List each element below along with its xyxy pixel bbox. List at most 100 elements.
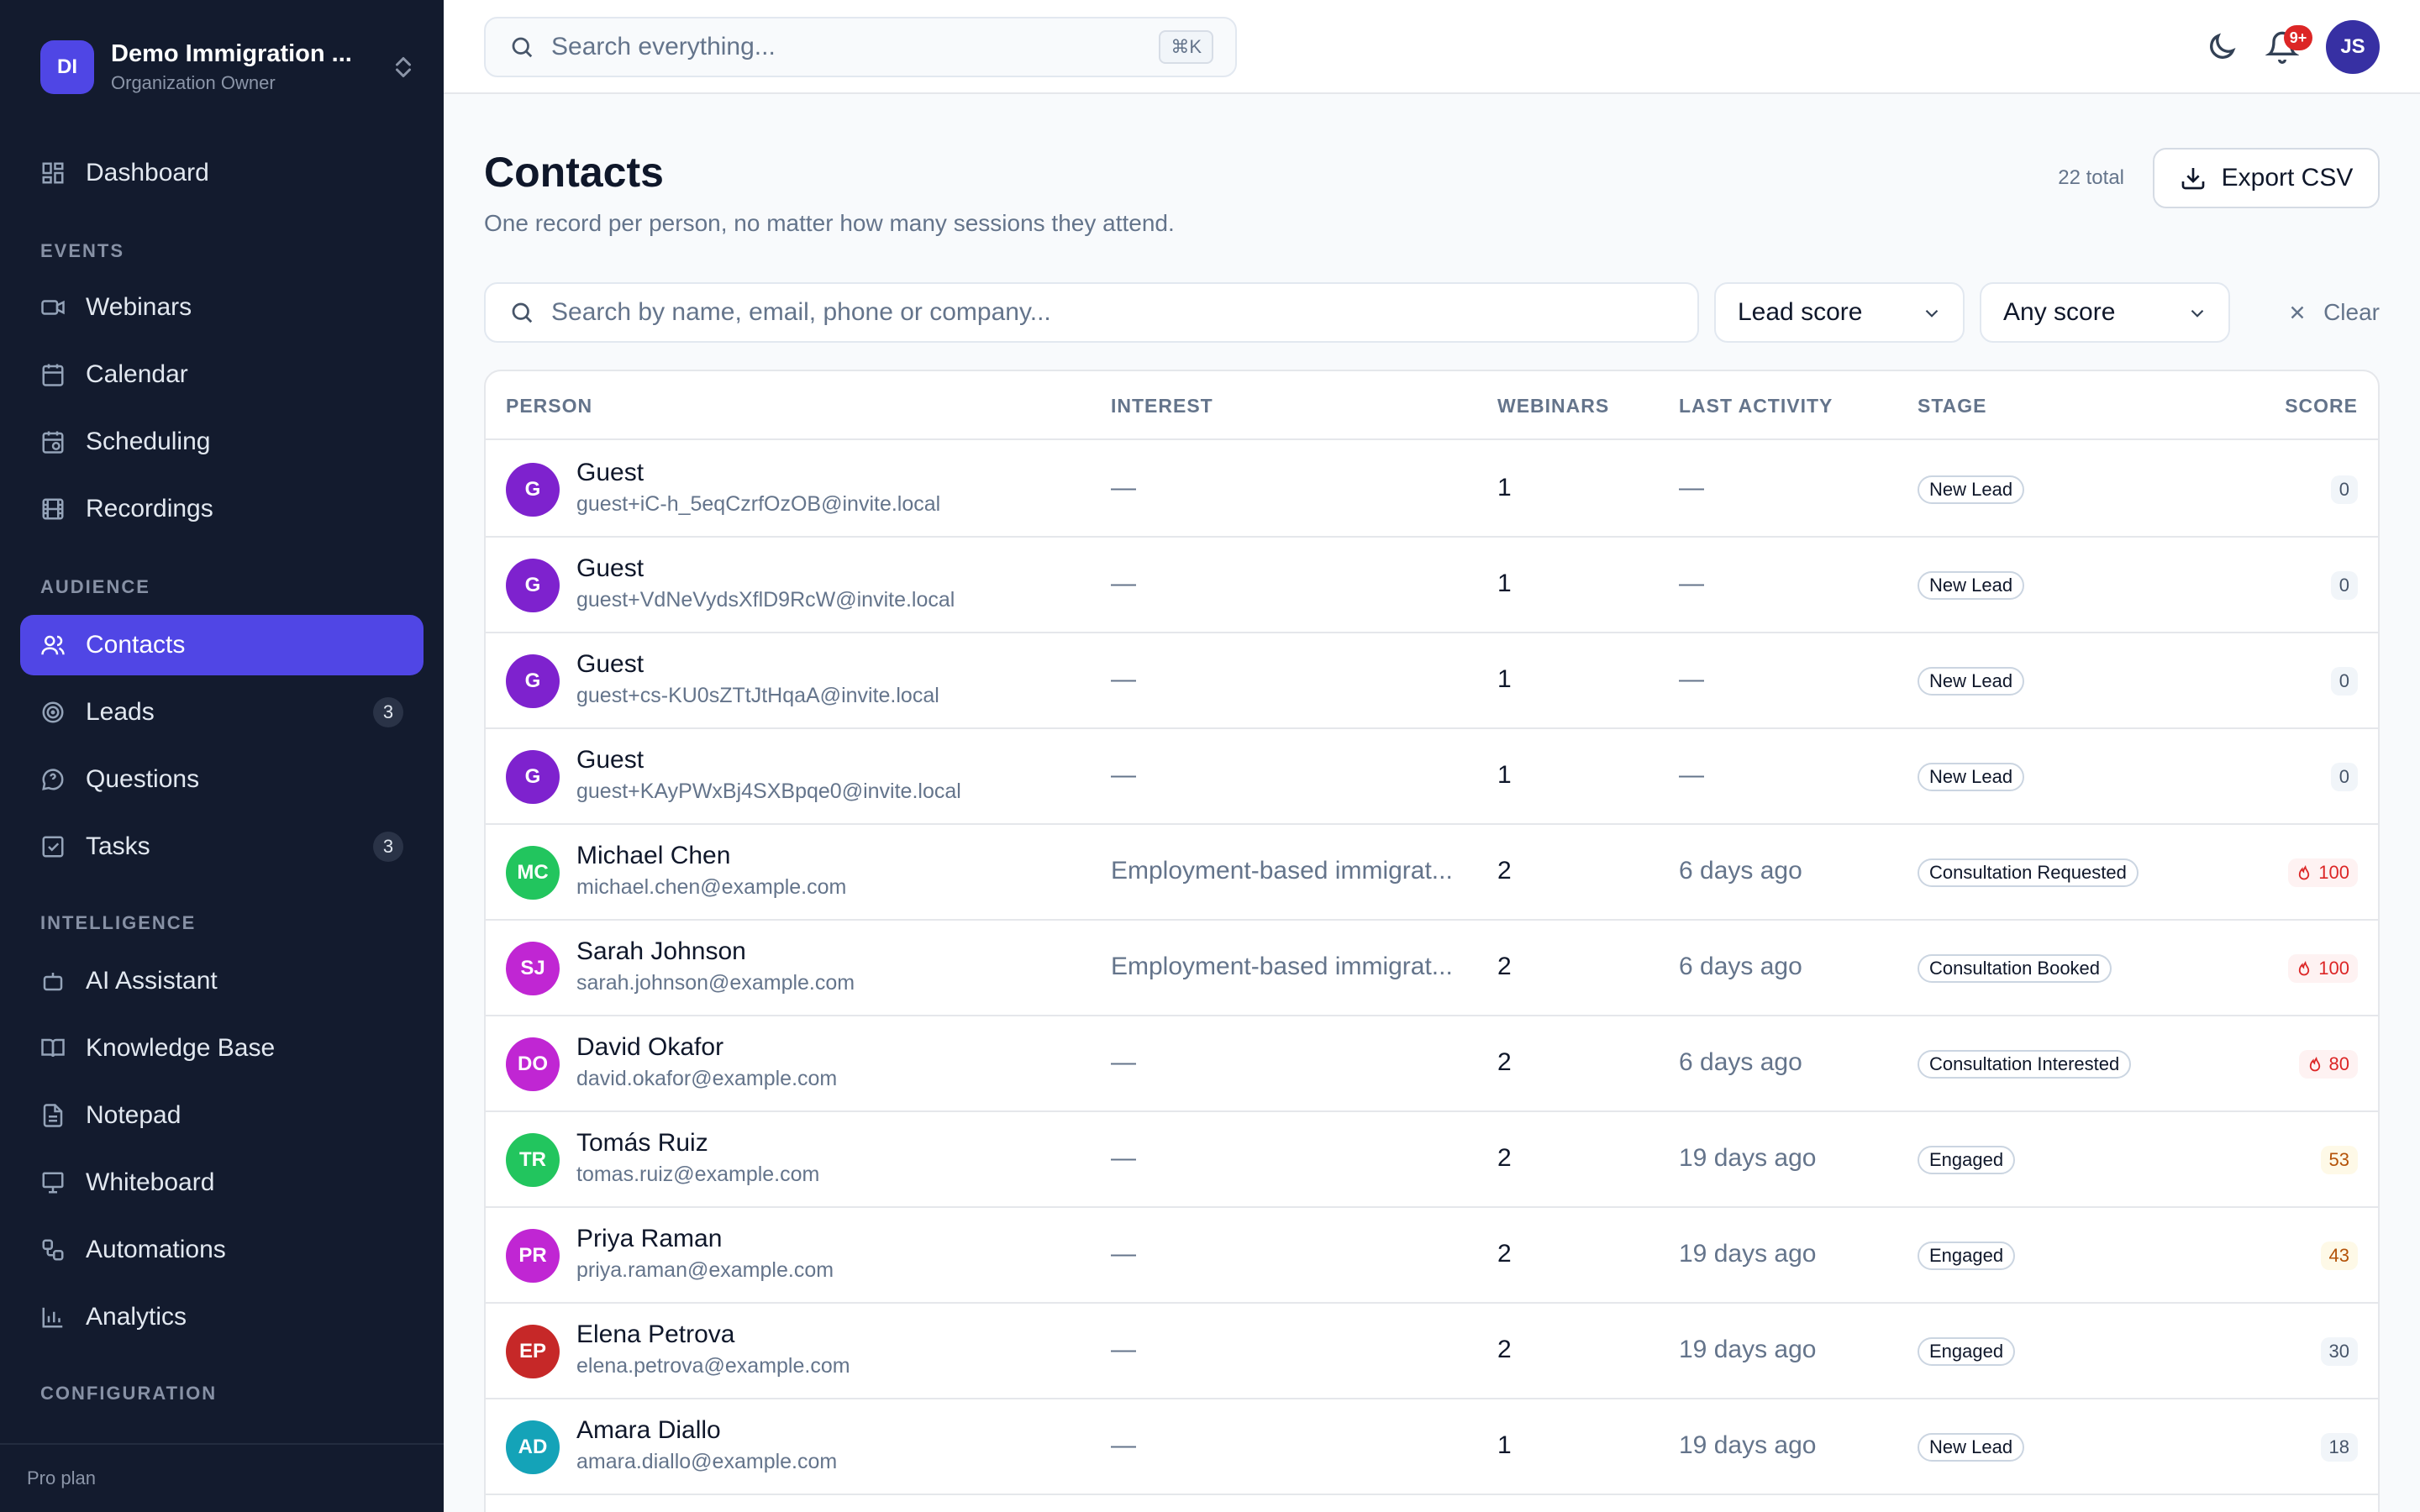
contact-name[interactable]: Guest: [576, 459, 644, 487]
video-icon: [41, 300, 65, 315]
table-row[interactable]: TR Tomás Ruiz tomas.ruiz@example.com — 2…: [486, 1112, 2378, 1208]
sidebar-item-leads[interactable]: Leads 3: [20, 682, 424, 743]
table-row[interactable]: G Guest guest+VdNeVydsXflD9RcW@invite.lo…: [486, 538, 2378, 633]
sidebar-item-ai-assistant[interactable]: AI Assistant: [20, 951, 424, 1011]
contact-email: guest+iC-h_5eqCzrfOzOB@invite.local: [576, 492, 941, 516]
contact-webinars: 2: [1497, 1144, 1512, 1172]
score-badge: 43: [2320, 1242, 2358, 1270]
contact-name[interactable]: Tomás Ruiz: [576, 1129, 708, 1158]
sidebar-item-webinars[interactable]: Webinars: [20, 277, 424, 338]
contact-webinars: 1: [1497, 665, 1512, 693]
sidebar-item-label: AI Assistant: [86, 967, 218, 995]
contact-last-activity: —: [1679, 474, 1704, 501]
table-row[interactable]: MC Michael Chen michael.chen@example.com…: [486, 825, 2378, 921]
table-row[interactable]: DO David Okafor david.okafor@example.com…: [486, 1016, 2378, 1112]
contact-name[interactable]: Elena Petrova: [576, 1320, 734, 1349]
column-header-last-activity[interactable]: Last activity: [1679, 395, 1833, 417]
org-avatar: DI: [40, 40, 94, 94]
workflow-icon: [42, 1239, 64, 1261]
sidebar-item-knowledge-base[interactable]: Knowledge Base: [20, 1018, 424, 1079]
contact-interest: Employment-based immigrat...: [1111, 857, 1453, 885]
contact-interest: —: [1111, 570, 1136, 597]
message-question-icon: [42, 769, 64, 790]
contact-last-activity: 19 days ago: [1679, 1144, 1817, 1172]
moon-icon: [2210, 33, 2236, 59]
download-icon: [2181, 168, 2204, 190]
sidebar-item-label: Leads: [86, 698, 155, 726]
contact-email: priya.raman@example.com: [576, 1258, 834, 1282]
global-search-placeholder: Search everything...: [551, 33, 776, 60]
stage-badge: Consultation Requested: [1918, 858, 2139, 887]
flame-icon: [2299, 865, 2310, 880]
table-row[interactable]: AD Amara Diallo amara.diallo@example.com…: [486, 1399, 2378, 1495]
notifications-button[interactable]: 9+: [2265, 25, 2312, 64]
sidebar-item-dashboard[interactable]: Dashboard: [20, 143, 424, 203]
contacts-table: Person Interest Webinars Last activity S…: [484, 370, 2380, 1512]
bot-icon: [43, 973, 63, 991]
table-row[interactable]: G Guest guest+KAyPWxBj4SXBpqe0@invite.lo…: [486, 729, 2378, 825]
stage-badge: New Lead: [1918, 1433, 2025, 1462]
sidebar-item-questions[interactable]: Questions: [20, 749, 424, 810]
sidebar-item-recordings[interactable]: Recordings: [20, 479, 424, 539]
score-filter-select[interactable]: Any score: [1980, 282, 2230, 343]
theme-toggle-button[interactable]: [2205, 30, 2238, 64]
sidebar-item-label: Dashboard: [86, 159, 209, 186]
sidebar-item-automations[interactable]: Automations: [20, 1220, 424, 1280]
contact-name[interactable]: Priya Raman: [576, 1225, 722, 1253]
score-value: 0: [2338, 766, 2349, 787]
column-header-person[interactable]: Person: [506, 395, 592, 417]
table-row[interactable]: EP Elena Petrova elena.petrova@example.c…: [486, 1304, 2378, 1399]
contact-name[interactable]: Guest: [576, 746, 644, 774]
sidebar-item-analytics[interactable]: Analytics: [20, 1287, 424, 1347]
sort-select[interactable]: Lead score: [1714, 282, 1965, 343]
sidebar-item-scheduling[interactable]: Scheduling: [20, 412, 424, 472]
contact-name[interactable]: Guest: [576, 554, 644, 583]
contact-last-activity: 6 days ago: [1679, 1048, 1802, 1076]
sidebar-item-tasks[interactable]: Tasks 3: [20, 816, 424, 877]
org-switcher[interactable]: DI Demo Immigration ... Organization Own…: [40, 39, 418, 96]
table-row[interactable]: G Guest guest+cs-KU0sZTtJtHqaA@invite.lo…: [486, 633, 2378, 729]
user-avatar[interactable]: JS: [2326, 20, 2380, 74]
topbar: Search everything... ⌘K 9+ JS: [444, 0, 2420, 94]
contact-avatar: G: [506, 654, 560, 708]
column-header-score[interactable]: Score: [2285, 395, 2358, 417]
contact-avatar: TR: [506, 1133, 560, 1187]
column-header-stage[interactable]: Stage: [1918, 395, 1987, 417]
contact-email: elena.petrova@example.com: [576, 1354, 850, 1378]
contact-name[interactable]: Sarah Johnson: [576, 937, 746, 966]
contact-name[interactable]: Guest: [576, 650, 644, 679]
contact-webinars: 2: [1497, 1048, 1512, 1076]
contact-last-activity: 19 days ago: [1679, 1431, 1817, 1459]
book-open-icon: [41, 1038, 65, 1058]
total-count: 22 total: [2058, 166, 2124, 189]
global-search-input[interactable]: Search everything... ⌘K: [484, 17, 1237, 77]
bar-chart-icon: [42, 1307, 63, 1328]
sidebar-item-calendar[interactable]: Calendar: [20, 344, 424, 405]
contact-name[interactable]: David Okafor: [576, 1033, 723, 1062]
page-subtitle: One record per person, no matter how man…: [484, 210, 1175, 236]
contact-webinars: 1: [1497, 474, 1512, 501]
contact-name[interactable]: Michael Chen: [576, 842, 730, 870]
table-row[interactable]: PR Priya Raman priya.raman@example.com —…: [486, 1208, 2378, 1304]
export-csv-button[interactable]: Export CSV: [2153, 148, 2380, 208]
table-row[interactable]: SJ Sarah Johnson sarah.johnson@example.c…: [486, 921, 2378, 1016]
sidebar-item-notepad[interactable]: Notepad: [20, 1085, 424, 1146]
topbar-actions: 9+ JS: [2205, 20, 2380, 74]
score-value: 30: [2328, 1341, 2349, 1362]
contact-name[interactable]: Amara Diallo: [576, 1416, 721, 1445]
sidebar-item-contacts[interactable]: Contacts: [20, 615, 424, 675]
sort-select-value: Lead score: [1738, 298, 1863, 326]
clear-filters-button[interactable]: Clear: [2286, 282, 2380, 343]
contact-last-activity: 6 days ago: [1679, 953, 1802, 980]
contact-search-input[interactable]: Search by name, email, phone or company.…: [484, 282, 1699, 343]
contact-webinars: 2: [1497, 857, 1512, 885]
clear-filters-label: Clear: [2323, 299, 2380, 325]
contact-interest: Employment-based immigrat...: [1111, 953, 1453, 980]
column-header-webinars[interactable]: Webinars: [1497, 395, 1609, 417]
contact-email: david.okafor@example.com: [576, 1067, 838, 1090]
contact-avatar: G: [506, 750, 560, 804]
column-header-interest[interactable]: Interest: [1111, 395, 1213, 417]
sidebar-item-label: Recordings: [86, 495, 213, 522]
sidebar-item-whiteboard[interactable]: Whiteboard: [20, 1152, 424, 1213]
table-row[interactable]: G Guest guest+iC-h_5eqCzrfOzOB@invite.lo…: [486, 442, 2378, 538]
